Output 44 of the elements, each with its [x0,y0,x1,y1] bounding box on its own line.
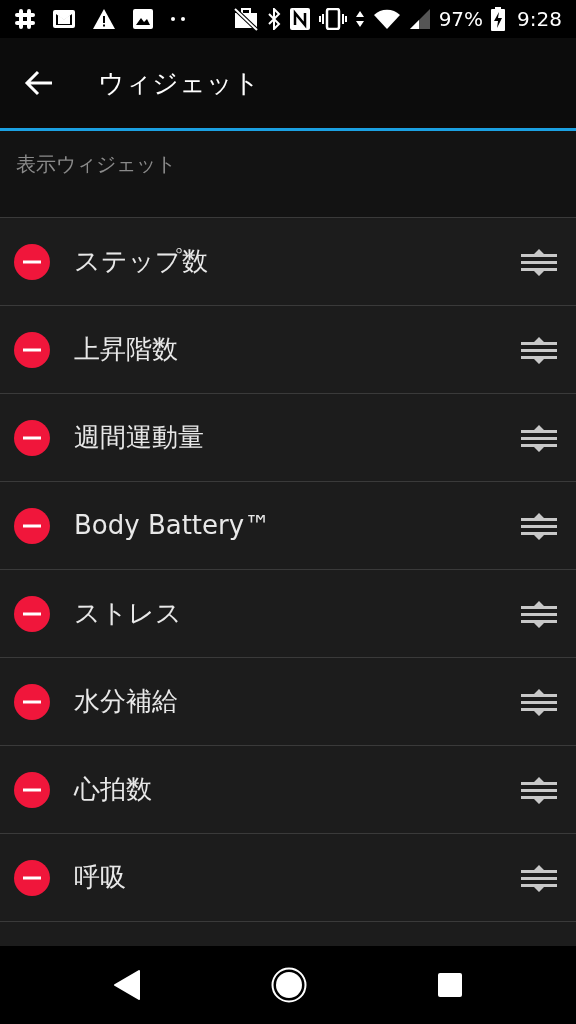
more-notifications-icon [170,16,186,22]
back-nav-icon[interactable] [113,969,141,1001]
remove-icon[interactable] [14,771,50,808]
widget-label: 水分補給 [74,685,178,718]
nfc-icon [288,7,311,31]
signal-icon [408,8,431,30]
widget-label: 呼吸 [74,861,126,894]
bluetooth-icon [266,8,281,30]
remove-icon[interactable] [14,419,50,456]
mail-icon [52,9,76,29]
battery-charging-icon [491,7,506,31]
remove-icon[interactable] [14,243,50,280]
widget-label: ステップ数 [74,245,208,278]
drag-handle-icon[interactable] [520,422,558,453]
drag-handle-icon[interactable] [520,598,558,629]
widget-label: 週間運動量 [74,421,204,454]
image-icon [132,8,154,30]
wifi-icon [372,8,401,30]
remove-icon[interactable] [14,331,50,368]
widget-label: ストレス [74,597,182,630]
drag-handle-icon[interactable] [520,246,558,277]
remove-icon[interactable] [14,507,50,544]
back-arrow-icon[interactable] [24,70,54,96]
widget-label: 上昇階数 [74,333,178,366]
widget-label: 心拍数 [74,773,152,806]
clock-time: 9:28 [517,6,562,33]
hashtag-icon [14,8,36,30]
drag-handle-icon[interactable] [520,862,558,893]
drag-handle-icon[interactable] [520,334,558,365]
page-title: ウィジェット [98,66,260,100]
remove-icon[interactable] [14,683,50,720]
drag-handle-icon[interactable] [520,510,558,541]
warning-icon [92,8,116,30]
drag-handle-icon[interactable] [520,774,558,805]
widget-label: Body Battery™ [74,509,271,542]
remove-icon[interactable] [14,595,50,632]
home-nav-icon[interactable] [271,967,307,1003]
vibrate-icon [318,8,347,30]
section-header: 表示ウィジェット [16,152,176,176]
recents-nav-icon[interactable] [437,972,463,998]
briefcase-off-icon [232,7,259,31]
remove-icon[interactable] [14,859,50,896]
battery-percentage: 97% [438,6,484,33]
drag-handle-icon[interactable] [520,686,558,717]
